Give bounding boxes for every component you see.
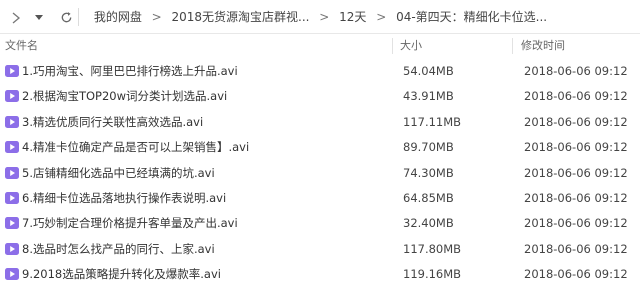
column-header-modified[interactable]: 修改时间: [521, 34, 565, 58]
file-row[interactable]: 9.2018选品策略提升转化及爆款率.avi 119.16MB 2018-06-06…: [0, 262, 640, 287]
file-size: 119.16MB: [403, 267, 462, 282]
refresh-icon[interactable]: [58, 8, 74, 26]
video-file-icon: [5, 115, 19, 129]
file-modified-time: 2018-06-06 09:12: [524, 241, 628, 256]
file-size: 54.04MB: [403, 64, 454, 78]
file-name[interactable]: 2.根据淘宝TOP20w词分类计划选品.avi: [22, 84, 227, 109]
file-row[interactable]: 4.精准卡位确定产品是否可以上架销售】.avi 89.70MB 2018-06-06…: [0, 135, 640, 160]
file-row[interactable]: 7.巧妙制定合理价格提升客单量及产出.avi 32.40MB 2018-06-06 …: [0, 211, 640, 236]
breadcrumb-current-folder[interactable]: 04-第四天：精细化卡位选...: [396, 10, 547, 24]
column-divider[interactable]: [392, 38, 393, 54]
file-name[interactable]: 6.精细卡位选品落地执行操作表说明.avi: [22, 186, 226, 211]
file-name[interactable]: 7.巧妙制定合理价格提升客单量及产出.avi: [22, 211, 238, 236]
file-row[interactable]: 5.店铺精细化选品中已经填满的坑.avi 74.30MB 2018-06-06 09…: [0, 161, 640, 186]
video-file-icon: [5, 267, 19, 281]
caret-down-icon[interactable]: [32, 8, 46, 26]
file-name[interactable]: 1.巧用淘宝、阿里巴巴排行榜选上升品.avi: [22, 59, 238, 84]
file-name[interactable]: 5.店铺精细化选品中已经填满的坑.avi: [22, 161, 215, 186]
file-modified-time: 2018-06-06 09:12: [524, 216, 628, 231]
file-size: 89.70MB: [403, 140, 454, 155]
breadcrumb-course-folder[interactable]: 2018无货源淘宝店群视...: [172, 10, 310, 24]
file-modified-time: 2018-06-06 09:12: [524, 140, 628, 155]
video-file-icon: [5, 191, 19, 205]
toolbar: 我的网盘 > 2018无货源淘宝店群视... > 12天 > 04-第四天：精细…: [0, 0, 640, 34]
video-file-icon: [5, 216, 19, 230]
file-size: 74.30MB: [403, 165, 454, 180]
file-list: 1.巧用淘宝、阿里巴巴排行榜选上升品.avi 54.04MB 2018-06-06 …: [0, 59, 640, 288]
file-name[interactable]: 3.精选优质同行关联性高效选品.avi: [22, 110, 203, 135]
column-divider[interactable]: [512, 38, 513, 54]
chevron-right-icon: >: [319, 10, 330, 24]
video-file-icon: [5, 166, 19, 180]
file-modified-time: 2018-06-06 09:12: [524, 165, 628, 180]
file-size: 64.85MB: [403, 190, 454, 205]
file-size: 43.91MB: [403, 89, 454, 104]
chevron-right-icon: >: [151, 10, 162, 24]
toolbar-divider: [78, 8, 79, 26]
file-size: 117.11MB: [403, 114, 462, 129]
file-list-header: 文件名 大小 修改时间: [0, 34, 640, 58]
column-header-size[interactable]: 大小: [400, 34, 422, 58]
file-row[interactable]: 8.选品时怎么找产品的同行、上家.avi 117.80MB 2018-06-06 0…: [0, 237, 640, 262]
file-row[interactable]: 1.巧用淘宝、阿里巴巴排行榜选上升品.avi 54.04MB 2018-06-06 …: [0, 59, 640, 84]
chevron-right-icon[interactable]: [8, 8, 24, 26]
breadcrumb-12-days[interactable]: 12天: [339, 10, 366, 24]
file-name[interactable]: 9.2018选品策略提升转化及爆款率.avi: [22, 262, 221, 287]
file-row[interactable]: 6.精细卡位选品落地执行操作表说明.avi 64.85MB 2018-06-06 0…: [0, 186, 640, 211]
breadcrumb-my-drive[interactable]: 我的网盘: [94, 10, 142, 24]
file-name[interactable]: 4.精准卡位确定产品是否可以上架销售】.avi: [22, 135, 249, 160]
file-size: 32.40MB: [403, 216, 454, 231]
file-modified-time: 2018-06-06 09:12: [524, 114, 628, 129]
file-modified-time: 2018-06-06 09:12: [524, 190, 628, 205]
file-row[interactable]: 3.精选优质同行关联性高效选品.avi 117.11MB 2018-06-06 09…: [0, 110, 640, 135]
file-modified-time: 2018-06-06 09:12: [524, 267, 628, 282]
file-size: 117.80MB: [403, 241, 462, 256]
file-name[interactable]: 8.选品时怎么找产品的同行、上家.avi: [22, 237, 215, 262]
chevron-right-icon: >: [376, 10, 387, 24]
breadcrumb: 我的网盘 > 2018无货源淘宝店群视... > 12天 > 04-第四天：精细…: [82, 0, 547, 34]
file-modified-time: 2018-06-06 09:12: [524, 64, 628, 78]
column-header-name[interactable]: 文件名: [5, 34, 38, 58]
video-file-icon: [5, 242, 19, 256]
video-file-icon: [5, 64, 19, 78]
file-row[interactable]: 2.根据淘宝TOP20w词分类计划选品.avi 43.91MB 2018-06-06…: [0, 84, 640, 109]
video-file-icon: [5, 89, 19, 103]
file-modified-time: 2018-06-06 09:12: [524, 89, 628, 104]
video-file-icon: [5, 140, 19, 154]
